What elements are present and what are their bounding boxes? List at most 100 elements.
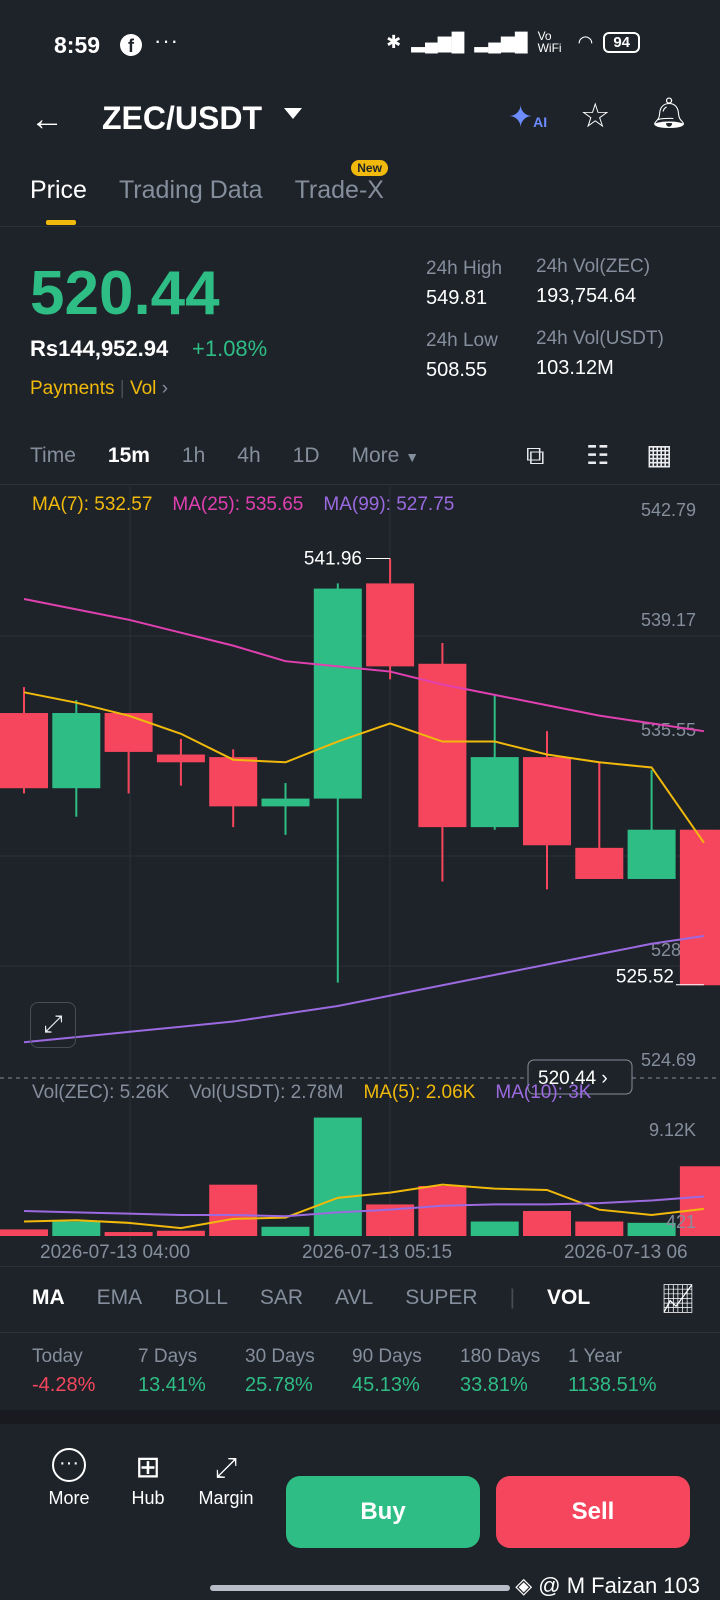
app-header: ← ZEC/USDT ✦AI ☆ 🔔︎ xyxy=(0,92,720,148)
more-notifications-icon: ··· xyxy=(154,28,179,53)
price-chart[interactable]: 542.79539.17535.55528.3524.69541.96525.5… xyxy=(0,486,720,1276)
x-axis-tick-label: 2026-07-13 06 xyxy=(564,1242,688,1263)
x-axis-tick-label: 2026-07-13 04:00 xyxy=(40,1242,190,1263)
volume-bar xyxy=(575,1221,624,1236)
volume-bar xyxy=(104,1232,153,1236)
divider xyxy=(0,1410,720,1424)
ma99-line xyxy=(23,935,705,1044)
volume-bar xyxy=(209,1184,258,1236)
indicator-ma[interactable]: MA xyxy=(32,1286,65,1310)
price-change: +1.08% xyxy=(192,336,268,361)
vol-usdt-legend: Vol(USDT): 2.78M xyxy=(189,1082,344,1103)
new-badge: New xyxy=(351,160,388,176)
x-axis-tick-label: 2026-07-13 05:15 xyxy=(302,1242,452,1263)
payments-link[interactable]: Payments | Vol › xyxy=(30,378,168,400)
star-icon[interactable]: ☆ xyxy=(580,96,610,136)
volume-bar xyxy=(52,1221,101,1236)
indicator-sar[interactable]: SAR xyxy=(260,1286,303,1310)
performance-item: 30 Days 25.78% xyxy=(245,1346,315,1397)
performance-value: 13.41% xyxy=(138,1374,206,1396)
divider xyxy=(0,226,720,227)
home-indicator xyxy=(210,1585,510,1591)
caret-down-icon: ▼ xyxy=(405,449,420,465)
tab-price[interactable]: Price xyxy=(30,176,87,225)
performance-value: 25.78% xyxy=(245,1374,313,1396)
indicator-avl[interactable]: AVL xyxy=(335,1286,373,1310)
vol-axis-tick-label: 9.12K xyxy=(649,1120,696,1140)
high-label: 24h High xyxy=(426,258,503,279)
battery-icon: 94 xyxy=(603,31,640,53)
timeframe-time[interactable]: Time xyxy=(30,444,76,468)
pair-selector[interactable]: ZEC/USDT xyxy=(102,100,262,137)
performance-item: 7 Days 13.41% xyxy=(138,1346,206,1397)
indicator-ema[interactable]: EMA xyxy=(97,1286,143,1310)
indicator-chart-icon[interactable]: 📈︎ xyxy=(660,1282,696,1315)
sell-button[interactable]: Sell xyxy=(496,1476,690,1548)
chart-settings-icon[interactable]: ⧉ xyxy=(526,440,545,472)
candle-body xyxy=(104,713,153,752)
performance-label: 7 Days xyxy=(138,1346,198,1367)
low-marker-label: 525.52 xyxy=(616,967,674,988)
performance-value: -4.28% xyxy=(32,1374,96,1396)
volume-bar xyxy=(418,1186,467,1236)
indicator-settings-icon[interactable]: ☷ xyxy=(586,440,609,471)
candle-body xyxy=(261,798,310,807)
timeframe-4h[interactable]: 4h xyxy=(237,444,260,468)
fullscreen-expand-icon[interactable]: ⤢ xyxy=(30,1002,76,1048)
back-arrow-icon[interactable]: ← xyxy=(30,100,64,139)
watermark: ◈ @ M Faizan 103 xyxy=(515,1573,700,1598)
bell-icon[interactable]: 🔔︎ xyxy=(650,96,688,131)
timeframe-1d[interactable]: 1D xyxy=(293,444,320,468)
y-axis-tick-label: 524.69 xyxy=(641,1050,696,1070)
candle-body xyxy=(679,829,720,986)
vol-usdt-label: 24h Vol(USDT) xyxy=(536,328,664,349)
y-axis-tick-label: 542.79 xyxy=(641,500,696,520)
vol-zec-legend: Vol(ZEC): 5.26K xyxy=(32,1082,170,1103)
low-value: 508.55 xyxy=(426,359,488,381)
candle-body xyxy=(156,754,205,763)
timeframe-15m[interactable]: 15m xyxy=(108,444,150,468)
performance-label: 90 Days xyxy=(352,1346,422,1367)
indicator-super[interactable]: SUPER xyxy=(405,1286,477,1310)
timeframe-selector: Time 15m 1h 4h 1D More ▼ xyxy=(30,444,419,468)
buy-button[interactable]: Buy xyxy=(286,1476,480,1548)
performance-value: 45.13% xyxy=(352,1374,420,1396)
performance-label: Today xyxy=(32,1346,83,1367)
tab-trading-data[interactable]: Trading Data xyxy=(119,176,263,205)
timeframe-1h[interactable]: 1h xyxy=(182,444,205,468)
vol-zec-value: 193,754.64 xyxy=(536,285,637,307)
more-button[interactable]: ··· More xyxy=(44,1448,94,1509)
performance-value: 1138.51% xyxy=(568,1374,657,1396)
candle-body xyxy=(313,588,362,799)
candle-body xyxy=(627,829,676,879)
indicator-boll[interactable]: BOLL xyxy=(174,1286,228,1310)
vol-zec-label: 24h Vol(ZEC) xyxy=(536,256,651,277)
grid-layout-icon[interactable]: ▦ xyxy=(646,438,672,471)
high-marker-label: 541.96 xyxy=(304,549,362,570)
volume-bar xyxy=(261,1226,310,1236)
candle-body xyxy=(52,713,101,789)
indicator-tabs: MA EMA BOLL SAR AVL SUPER | VOL xyxy=(32,1286,591,1310)
volume-legend: Vol(ZEC): 5.26K Vol(USDT): 2.78M MA(5): … xyxy=(32,1082,591,1104)
signal-icon: ▂▄▆█ xyxy=(411,31,465,52)
divider xyxy=(0,1266,720,1267)
facebook-icon: f xyxy=(120,34,142,56)
hub-icon: ⊞ xyxy=(135,1451,161,1484)
ma25-line xyxy=(23,597,705,733)
margin-button[interactable]: ⤢ Margin xyxy=(194,1448,258,1509)
chevron-down-icon[interactable] xyxy=(284,108,302,119)
candle-body xyxy=(575,847,624,879)
indicator-vol[interactable]: VOL xyxy=(547,1286,590,1310)
performance-item: 1 Year 1138.51% xyxy=(568,1346,657,1397)
volume-bar xyxy=(523,1211,571,1236)
ma7-line xyxy=(23,691,705,844)
low-label: 24h Low xyxy=(426,330,498,351)
hub-button[interactable]: ⊞ Hub xyxy=(126,1448,170,1509)
ai-sparkle-icon[interactable]: ✦AI xyxy=(508,100,547,135)
timeframe-more[interactable]: More ▼ xyxy=(352,444,420,468)
status-time: 8:59 xyxy=(54,32,101,58)
candle-body xyxy=(523,757,571,846)
tab-trade-x[interactable]: Trade-X New xyxy=(295,160,388,205)
candle-body xyxy=(0,713,48,789)
vol-axis-tick-label: 421 xyxy=(666,1212,696,1232)
